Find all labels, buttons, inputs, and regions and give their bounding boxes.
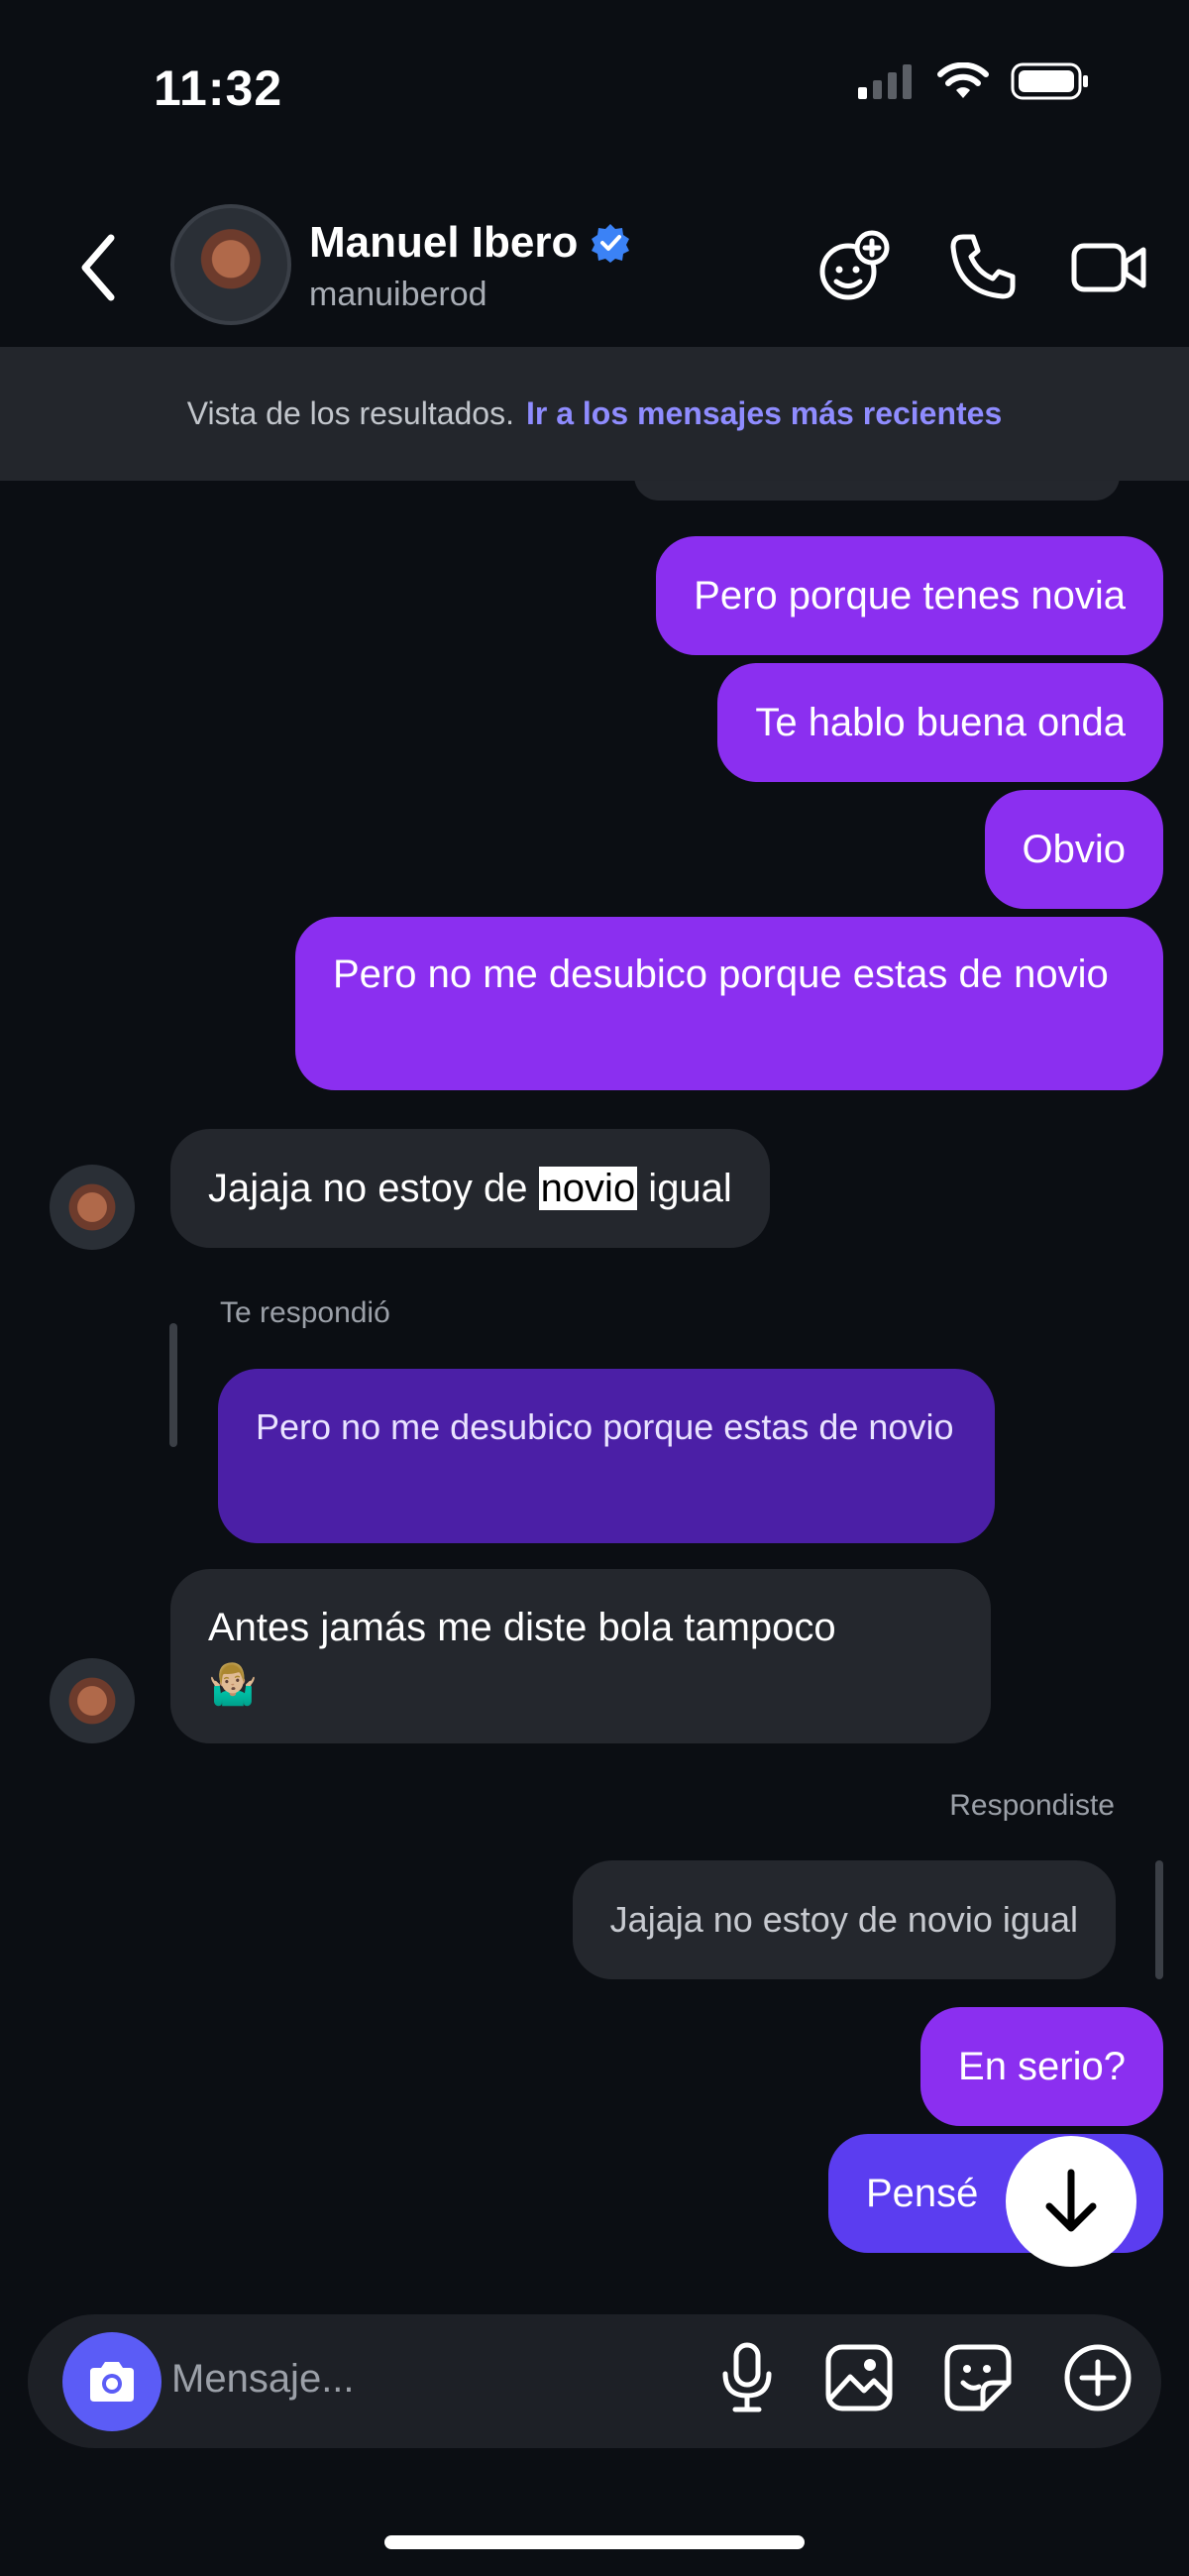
shrug-emoji: 🤷🏼‍♂️	[208, 1663, 258, 1707]
scroll-to-latest-button[interactable]	[1006, 2136, 1136, 2267]
sticker-icon[interactable]	[943, 2343, 1013, 2412]
message-text: igual	[637, 1167, 732, 1210]
arrow-down-icon	[1045, 2169, 1097, 2232]
phone-call-icon[interactable]	[945, 231, 1019, 304]
composer-actions	[719, 2342, 1134, 2413]
back-arrow-icon[interactable]	[69, 228, 129, 307]
quoted-text: Pero no me desubico porque estas de novi…	[256, 1406, 954, 1447]
message-text: Obvio	[1022, 828, 1127, 871]
camera-icon	[90, 2362, 134, 2402]
message-text: Te hablo buena onda	[755, 701, 1126, 744]
message-bubble-incoming[interactable]: Jajaja no estoy de novio igual	[170, 1129, 770, 1248]
message-bubble-clipped	[634, 481, 1120, 501]
message-text: Pero porque tenes novia	[694, 574, 1126, 617]
banner-text: Vista de los resultados.	[186, 395, 514, 431]
contact-username: manuiberod	[309, 276, 487, 313]
battery-icon	[1011, 62, 1088, 100]
status-time: 11:32	[154, 60, 283, 116]
quoted-text: Jajaja no estoy de novio igual	[609, 1899, 1078, 1940]
message-bubble-outgoing[interactable]: Pero no me desubico porque estas de novi…	[295, 917, 1163, 1090]
reply-label-incoming: Te respondió	[220, 1296, 390, 1329]
contact-name-row[interactable]: Manuel Ibero	[309, 218, 631, 268]
add-sticker-icon[interactable]	[814, 228, 894, 307]
status-icons	[856, 61, 1090, 101]
header-actions	[814, 228, 1149, 307]
message-text: Antes jamás me diste bola tampoco	[208, 1606, 836, 1649]
message-bubble-incoming[interactable]: Antes jamás me diste bola tampoco 🤷🏼‍♂️	[170, 1569, 991, 1743]
reply-indicator-bar	[169, 1323, 177, 1447]
message-text: Pero no me desubico porque estas de novi…	[333, 952, 1109, 996]
status-bar: 11:32	[0, 0, 1189, 178]
reply-indicator-bar	[1155, 1860, 1163, 1979]
verified-badge-icon	[592, 224, 630, 263]
contact-avatar[interactable]	[170, 204, 291, 325]
contact-name: Manuel Ibero	[309, 218, 579, 267]
message-bubble-outgoing[interactable]: Pero porque tenes novia	[656, 536, 1163, 655]
message-bubble-outgoing[interactable]: Obvio	[984, 790, 1163, 909]
message-text: En serio?	[958, 2045, 1126, 2088]
quoted-message-outgoing[interactable]: Pero no me desubico porque estas de novi…	[218, 1369, 995, 1543]
message-composer: Mensaje...	[28, 2314, 1161, 2448]
message-text: Pensé	[866, 2172, 979, 2215]
latest-messages-link[interactable]: Ir a los mensajes más recientes	[526, 395, 1002, 432]
message-bubble-outgoing[interactable]: Te hablo buena onda	[717, 663, 1163, 782]
microphone-icon[interactable]	[719, 2342, 775, 2413]
home-indicator	[384, 2535, 805, 2549]
cellular-signal-icon	[858, 64, 912, 99]
reply-label-outgoing: Respondiste	[949, 1789, 1115, 1822]
quoted-message-incoming[interactable]: Jajaja no estoy de novio igual	[572, 1860, 1116, 1979]
wifi-icon	[937, 62, 989, 98]
search-results-banner: Vista de los resultados. Ir a los mensaj…	[0, 347, 1189, 481]
message-input[interactable]: Mensaje...	[171, 2357, 355, 2402]
search-highlight: novio	[538, 1167, 638, 1210]
message-text: Jajaja no estoy de	[208, 1167, 539, 1210]
gallery-icon[interactable]	[824, 2343, 894, 2412]
add-plus-icon[interactable]	[1062, 2342, 1134, 2413]
contact-avatar-small[interactable]	[50, 1658, 135, 1743]
contact-avatar-small[interactable]	[50, 1165, 135, 1250]
chat-header: Manuel Ibero manuiberod	[0, 188, 1189, 337]
camera-button[interactable]	[62, 2332, 162, 2431]
message-bubble-outgoing[interactable]: En serio?	[920, 2007, 1163, 2126]
video-call-icon[interactable]	[1070, 236, 1149, 299]
message-list[interactable]: Pero porque tenes novia Te hablo buena o…	[0, 481, 1189, 2309]
